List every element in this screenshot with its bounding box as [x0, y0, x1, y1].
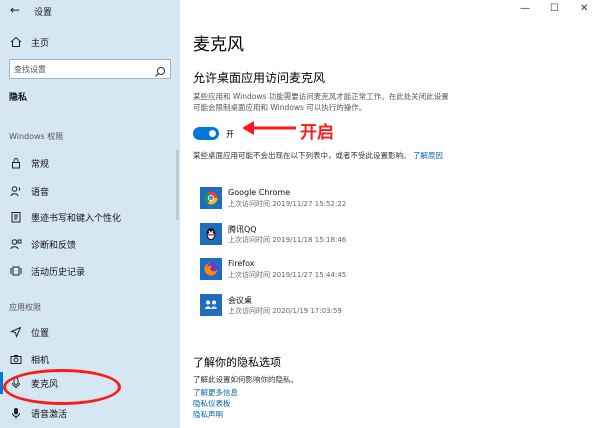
search-icon[interactable]: [154, 63, 166, 82]
app-last-access: 上次访问时间 2020/1/19 17:03:59: [228, 307, 342, 315]
lock-icon: [9, 157, 23, 169]
firefox-icon: [200, 258, 222, 280]
minimize-button[interactable]: —: [520, 3, 530, 14]
title-bar: ← 设置: [0, 0, 180, 22]
main-content: — ☐ ✕ 麦克风 允许桌面应用访问麦克风 某些应用和 Windows 功能需要…: [180, 0, 600, 428]
app-name: Firefox: [228, 259, 255, 268]
meeting-icon: [200, 294, 222, 316]
search-box[interactable]: [9, 59, 171, 79]
sidebar-item-label: 相机: [31, 355, 50, 366]
app-name: 会议桌: [228, 296, 252, 305]
feedback-icon: [9, 238, 23, 250]
sidebar-item-home[interactable]: 主页: [0, 31, 180, 53]
search-input[interactable]: [14, 63, 150, 75]
privacy-options-title: 了解你的隐私选项: [193, 356, 281, 369]
app-last-access: 上次访问时间 2019/11/27 15:52:22: [228, 200, 347, 208]
toggle-state-label: 开: [226, 130, 234, 139]
sidebar-scrollbar[interactable]: [176, 150, 179, 220]
app-name: 腾讯QQ: [228, 225, 257, 234]
annotation-label: 开启: [300, 123, 334, 143]
chrome-icon: [200, 187, 222, 209]
sidebar-item-location[interactable]: 位置: [0, 321, 180, 343]
timeline-icon: [9, 265, 23, 277]
current-section-heading: 隐私: [9, 93, 28, 103]
annotation-arrow-icon: [242, 121, 296, 135]
back-arrow-icon[interactable]: ←: [10, 3, 20, 17]
sidebar-item-label: 位置: [31, 328, 50, 339]
location-icon: [9, 326, 23, 338]
sidebar-item-activity-history[interactable]: 活动历史记录: [0, 260, 180, 282]
sidebar: ← 设置 主页 隐私 Windows 权限 常规 语音 墨迹书写和键入个性化: [0, 0, 180, 428]
sidebar-item-camera[interactable]: 相机: [0, 348, 180, 370]
sidebar-item-label: 常规: [31, 159, 50, 170]
window-title: 设置: [34, 8, 53, 18]
toggle-knob: [209, 130, 216, 137]
maximize-button[interactable]: ☐: [550, 3, 559, 14]
sidebar-item-label: 主页: [31, 38, 50, 49]
group-heading-apps: 应用权限: [9, 303, 41, 312]
speech-icon: [9, 185, 23, 197]
sidebar-item-label: 语音: [31, 187, 50, 198]
sidebar-item-label: 墨迹书写和键入个性化: [31, 213, 122, 224]
highlight-ellipse: [3, 369, 121, 405]
section-description: 某些应用和 Windows 功能需要访问麦克风才能正常工作。在此处关闭此设置可能…: [193, 92, 449, 112]
learn-why-link[interactable]: 了解原因: [413, 151, 443, 160]
app-row: Firefox 上次访问时间 2019/11/27 15:44:45: [200, 256, 440, 282]
sidebar-item-voice-activation[interactable]: 语音激活: [0, 402, 180, 424]
privacy-statement-link[interactable]: 隐私声明: [193, 409, 223, 420]
voice-activation-icon: [9, 407, 23, 419]
privacy-dashboard-link[interactable]: 隐私仪表板: [193, 398, 231, 409]
note-body: 某些桌面应用可能不会出现在以下列表中，或者不受此设置影响。: [193, 151, 411, 160]
qq-icon: [200, 223, 222, 245]
group-heading-windows: Windows 权限: [9, 132, 64, 141]
microphone-access-toggle[interactable]: [193, 127, 219, 140]
camera-icon: [9, 353, 23, 365]
app-row: 腾讯QQ 上次访问时间 2019/11/18 15:18:46: [200, 221, 440, 247]
app-row: Google Chrome 上次访问时间 2019/11/27 15:52:22: [200, 185, 440, 211]
home-icon: [9, 36, 23, 48]
sidebar-item-speech[interactable]: 语音: [0, 180, 180, 202]
page-title: 麦克风: [193, 35, 244, 55]
note-text: 某些桌面应用可能不会出现在以下列表中，或者不受此设置影响。 了解原因: [193, 150, 453, 161]
sidebar-item-label: 语音激活: [31, 409, 68, 420]
app-name: Google Chrome: [228, 188, 291, 197]
sidebar-item-general[interactable]: 常规: [0, 152, 180, 174]
sidebar-item-label: 活动历史记录: [31, 267, 86, 278]
privacy-options-description: 了解此设置如何影响你的隐私。: [193, 375, 298, 384]
app-row: 会议桌 上次访问时间 2020/1/19 17:03:59: [200, 292, 440, 318]
notepad-icon: [9, 211, 23, 223]
learn-more-link[interactable]: 了解更多信息: [193, 387, 238, 398]
close-button[interactable]: ✕: [580, 3, 588, 14]
sidebar-item-diagnostics[interactable]: 诊断和反馈: [0, 233, 180, 255]
app-last-access: 上次访问时间 2019/11/27 15:44:45: [228, 271, 347, 279]
section-title: 允许桌面应用访问麦克风: [193, 71, 326, 85]
sidebar-item-label: 诊断和反馈: [31, 240, 77, 251]
app-last-access: 上次访问时间 2019/11/18 15:18:46: [228, 236, 347, 244]
sidebar-item-inking-typing[interactable]: 墨迹书写和键入个性化: [0, 206, 180, 228]
